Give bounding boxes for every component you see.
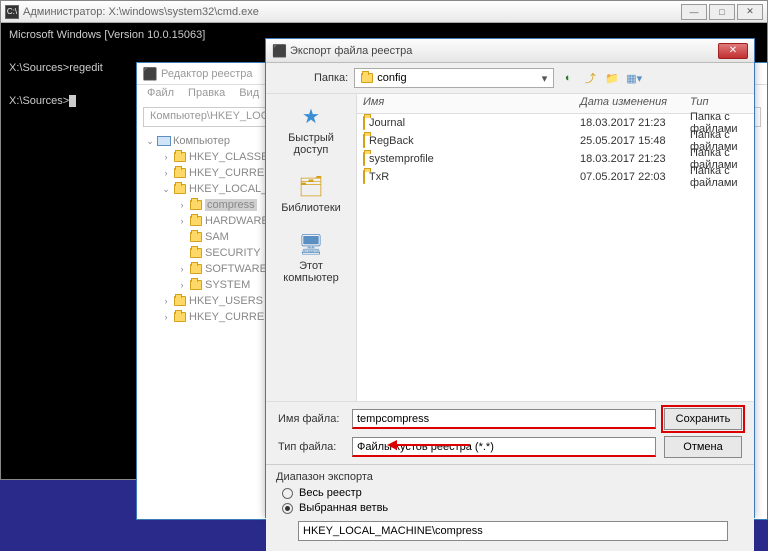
folder-dropdown[interactable]: config ▾ xyxy=(354,68,554,88)
regedit-title-text: Редактор реестра xyxy=(161,68,253,80)
back-icon[interactable]: ◐ xyxy=(560,70,576,86)
tree-item[interactable]: HKEY_USERS xyxy=(189,295,263,307)
menu-edit[interactable]: Правка xyxy=(188,87,225,103)
tree-item[interactable]: SYSTEM xyxy=(205,279,250,291)
cmd-prompt: X:\Sources> xyxy=(9,95,69,107)
libraries-icon: 🗂 xyxy=(295,172,327,200)
export-title-text: Экспорт файла реестра xyxy=(290,45,412,57)
folder-icon xyxy=(190,248,202,258)
file-list[interactable]: Имя Дата изменения Тип Journal18.03.2017… xyxy=(356,94,754,401)
list-item[interactable]: TxR07.05.2017 22:03Папка с файлами xyxy=(357,168,754,186)
menu-view[interactable]: Вид xyxy=(239,87,259,103)
tree-item[interactable]: SOFTWARE xyxy=(205,263,267,275)
filename-input[interactable] xyxy=(352,409,656,429)
maximize-button[interactable]: □ xyxy=(709,4,735,20)
sidebar-libraries[interactable]: 🗂 Библиотеки xyxy=(281,172,341,214)
export-range: Диапазон экспорта Весь реестр Выбранная … xyxy=(266,464,754,551)
col-name[interactable]: Имя xyxy=(357,94,574,113)
cancel-button[interactable]: Отмена xyxy=(664,436,742,458)
computer-icon xyxy=(157,136,171,146)
col-date[interactable]: Дата изменения xyxy=(574,94,684,113)
export-dialog: ⬛ Экспорт файла реестра ✕ Папка: config … xyxy=(265,38,755,518)
folder-icon xyxy=(363,116,365,130)
radio-all-registry[interactable]: Весь реестр xyxy=(282,487,744,499)
tree-item[interactable]: SAM xyxy=(205,231,229,243)
folder-icon xyxy=(174,296,186,306)
range-legend: Диапазон экспорта xyxy=(276,471,744,483)
export-icon: ⬛ xyxy=(272,44,286,58)
folder-icon xyxy=(190,280,202,290)
folder-icon xyxy=(190,264,202,274)
tree-item-selected[interactable]: compress xyxy=(205,199,257,211)
tree-item[interactable]: HARDWARE xyxy=(205,215,269,227)
filetype-label: Тип файла: xyxy=(274,441,344,453)
folder-icon xyxy=(174,184,186,194)
folder-label: Папка: xyxy=(314,72,348,84)
sidebar-this-pc[interactable]: 🖥 Этот компьютер xyxy=(270,230,352,284)
filename-label: Имя файла: xyxy=(274,413,344,425)
close-button[interactable]: ✕ xyxy=(737,4,763,20)
star-icon: ★ xyxy=(295,102,327,130)
folder-icon xyxy=(363,152,365,166)
radio-icon xyxy=(282,488,293,499)
tree-item[interactable]: SECURITY xyxy=(205,247,261,259)
computer-icon: 🖥 xyxy=(295,230,327,258)
tree-computer[interactable]: Компьютер xyxy=(173,135,230,147)
sidebar-quick-access[interactable]: ★ Быстрый доступ xyxy=(270,102,352,156)
folder-icon xyxy=(363,170,365,184)
folder-value: config xyxy=(377,72,406,84)
folder-icon xyxy=(190,200,202,210)
export-toolbar: Папка: config ▾ ◐ ⤴ 📁 ▦▾ xyxy=(266,63,754,93)
up-icon[interactable]: ⤴ xyxy=(582,70,598,86)
folder-icon xyxy=(361,73,373,83)
menu-file[interactable]: Файл xyxy=(147,87,174,103)
places-sidebar: ★ Быстрый доступ 🗂 Библиотеки 🖥 Этот ком… xyxy=(266,94,356,401)
cmd-titlebar[interactable]: C:\ Администратор: X:\windows\system32\c… xyxy=(1,1,767,23)
minimize-button[interactable]: — xyxy=(681,4,707,20)
branch-input[interactable] xyxy=(298,521,728,541)
folder-icon xyxy=(190,232,202,242)
folder-icon xyxy=(174,152,186,162)
folder-icon xyxy=(174,312,186,322)
save-button[interactable]: Сохранить xyxy=(664,408,742,430)
regedit-icon: ⬛ xyxy=(143,67,157,81)
cmd-icon: C:\ xyxy=(5,5,19,19)
folder-icon xyxy=(174,168,186,178)
radio-selected-branch[interactable]: Выбранная ветвь xyxy=(282,502,744,514)
cmd-title-text: Администратор: X:\windows\system32\cmd.e… xyxy=(23,6,259,18)
export-titlebar[interactable]: ⬛ Экспорт файла реестра ✕ xyxy=(266,39,754,63)
folder-icon xyxy=(363,134,365,148)
folder-icon xyxy=(190,216,202,226)
filename-area: Имя файла: Сохранить Тип файла: Отмена xyxy=(266,401,754,464)
radio-icon xyxy=(282,503,293,514)
new-folder-icon[interactable]: 📁 xyxy=(604,70,620,86)
cursor xyxy=(69,95,76,107)
chevron-down-icon: ▾ xyxy=(542,72,548,85)
filetype-select[interactable] xyxy=(352,437,656,457)
close-button[interactable]: ✕ xyxy=(718,43,748,59)
view-icon[interactable]: ▦▾ xyxy=(626,70,642,86)
